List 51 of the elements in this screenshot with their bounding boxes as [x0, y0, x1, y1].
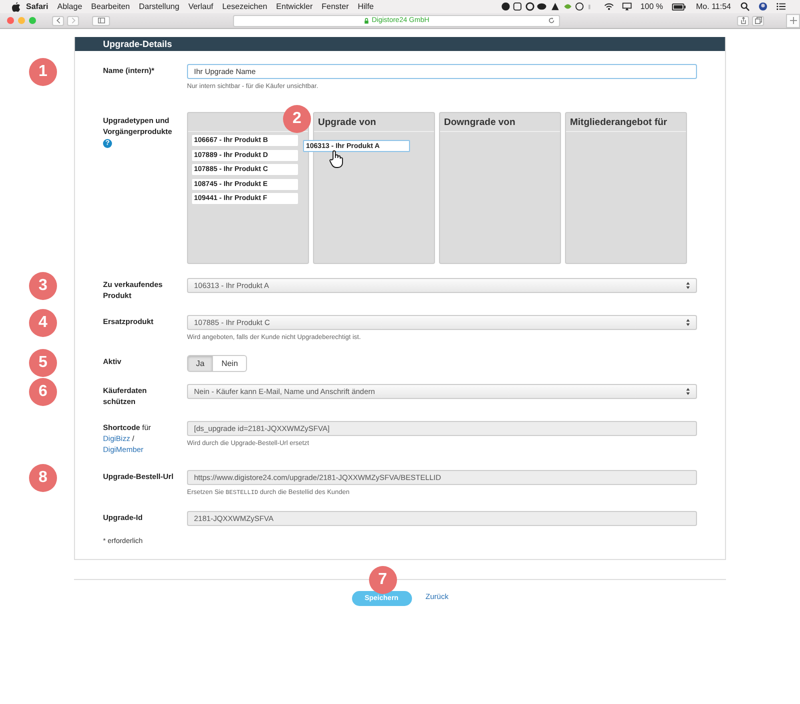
step-marker: 1: [29, 58, 57, 86]
column-title: Mitgliederangebot für: [570, 116, 668, 128]
apple-icon[interactable]: [12, 2, 20, 12]
menu-item[interactable]: Ablage: [57, 2, 82, 11]
screen-mirroring-icon[interactable]: [622, 2, 632, 11]
drop-column[interactable]: Downgrade von: [439, 112, 561, 264]
plus-icon: [790, 17, 796, 24]
menu-item[interactable]: Bearbeiten: [91, 2, 130, 11]
share-button[interactable]: [737, 16, 749, 26]
menu-item[interactable]: Verlauf: [188, 2, 214, 11]
step-marker: 6: [29, 378, 57, 406]
up-down-arrows-icon: [686, 319, 690, 326]
panel-title: Upgrade-Details: [75, 37, 725, 51]
back-button[interactable]: [52, 16, 64, 26]
menu-item[interactable]: Safari: [26, 2, 48, 11]
menu-item[interactable]: Fenster: [322, 2, 349, 11]
clock[interactable]: Mo. 11:54: [696, 2, 731, 11]
step-marker: 3: [29, 272, 57, 300]
menu-item[interactable]: Hilfe: [358, 2, 374, 11]
wifi-icon[interactable]: [604, 2, 614, 11]
up-down-arrows-icon: [686, 282, 690, 289]
close-button[interactable]: [7, 17, 14, 24]
battery-percentage: 100 %: [640, 2, 664, 11]
battery-icon[interactable]: [672, 2, 686, 10]
step-marker: 5: [29, 349, 57, 377]
chevron-right-icon: [70, 17, 76, 24]
menu-item[interactable]: Darstellung: [138, 2, 180, 11]
user-avatar-icon[interactable]: [758, 2, 768, 11]
chevron-left-icon: [54, 17, 62, 24]
step-marker: 2: [283, 105, 311, 133]
hand-cursor-icon: [329, 150, 343, 168]
menu-item[interactable]: Lesezeichen: [222, 2, 268, 11]
column-title: Upgrade von: [318, 116, 376, 128]
toggle-option[interactable]: Nein: [213, 355, 247, 372]
drop-column[interactable]: Mitgliederangebot für: [565, 112, 687, 264]
sidebar-icon: [98, 17, 104, 24]
up-down-arrows-icon: [686, 388, 690, 395]
menu-item[interactable]: Entwickler: [276, 2, 313, 11]
reload-icon[interactable]: [548, 16, 555, 24]
step-marker: 4: [29, 309, 57, 337]
toggle-option[interactable]: Ja: [187, 355, 214, 372]
tabs-icon: [754, 17, 762, 24]
step-marker: 8: [29, 464, 57, 492]
tabs-button[interactable]: [752, 16, 764, 26]
step-marker: 7: [368, 566, 397, 594]
lock-icon: [364, 18, 369, 24]
list-icon[interactable]: [776, 2, 786, 11]
sidebar-button[interactable]: [92, 16, 110, 26]
column-title: Downgrade von: [444, 116, 516, 128]
share-icon: [740, 17, 746, 24]
search-icon[interactable]: [740, 2, 750, 11]
